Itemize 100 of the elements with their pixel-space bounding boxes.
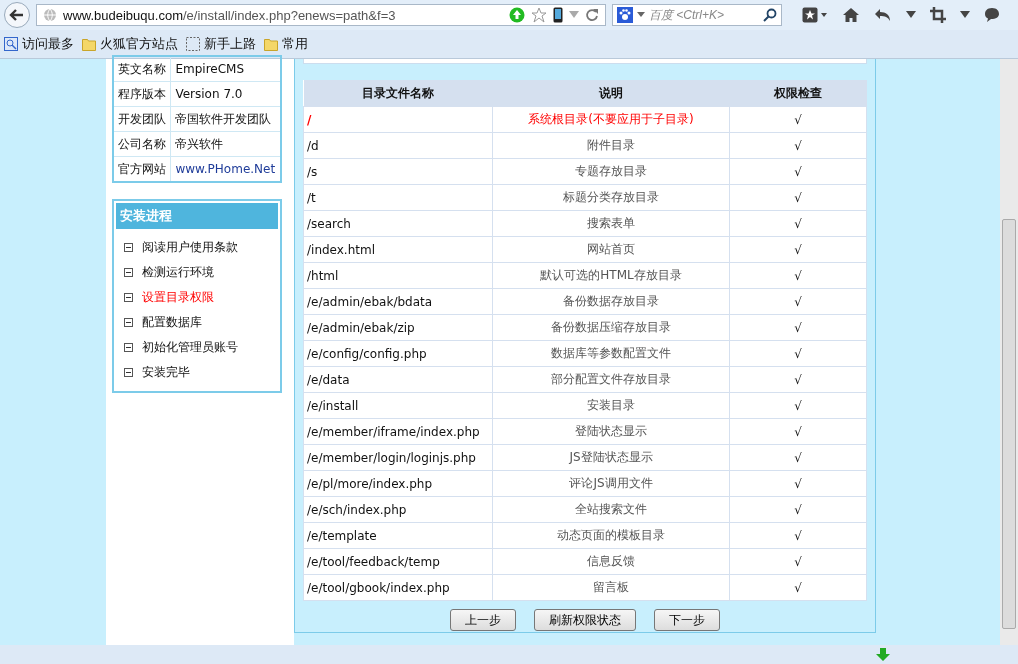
table-cell: 专题存放目录 <box>492 158 730 185</box>
table-cell: 搜索表单 <box>492 210 730 237</box>
table-cell: 留言板 <box>492 574 730 601</box>
paw-icon <box>617 7 633 23</box>
search-field[interactable]: 百度 <Ctrl+K> <box>612 4 782 26</box>
table-cell: /e/member/login/loginjs.php <box>303 444 493 471</box>
table-cell: / <box>303 106 493 133</box>
step-label[interactable]: 安装完毕 <box>142 364 190 381</box>
collapse-icon <box>124 268 133 277</box>
step-button[interactable]: 刷新权限状态 <box>534 609 636 631</box>
column-header: 权限检查 <box>729 80 867 107</box>
table-cell: /e/tool/gbook/index.php <box>303 574 493 601</box>
check-mark: √ <box>729 262 867 289</box>
check-mark: √ <box>729 392 867 419</box>
table-cell: 标题分类存放目录 <box>492 184 730 211</box>
table-cell: 安装目录 <box>492 392 730 419</box>
check-mark: √ <box>729 366 867 393</box>
table-cell: 系统根目录(不要应用于子目录) <box>492 106 730 133</box>
check-mark: √ <box>729 106 867 133</box>
table-cell: /html <box>303 262 493 289</box>
table-cell: 登陆状态显示 <box>492 418 730 445</box>
table-cell: /e/admin/ebak/bdata <box>303 288 493 315</box>
check-mark: √ <box>729 496 867 523</box>
scrollbar[interactable] <box>1000 59 1018 645</box>
search-icon[interactable] <box>763 8 777 22</box>
dashed-square-icon <box>186 37 200 51</box>
step-label[interactable]: 阅读用户使用条款 <box>142 239 238 256</box>
check-mark: √ <box>729 548 867 575</box>
step-label[interactable]: 配置数据库 <box>142 314 202 331</box>
check-mark: √ <box>729 210 867 237</box>
table-cell: 评论JS调用文件 <box>492 470 730 497</box>
check-mark: √ <box>729 470 867 497</box>
table-cell: /s <box>303 158 493 185</box>
table-cell: /d <box>303 132 493 159</box>
globe-icon <box>43 8 57 22</box>
step-label[interactable]: 设置目录权限 <box>142 289 214 306</box>
table-cell: 动态页面的模板目录 <box>492 522 730 549</box>
phone-icon[interactable] <box>553 7 563 23</box>
bookmark-link[interactable]: 常用 <box>264 35 308 53</box>
scroll-thumb[interactable] <box>1002 219 1016 629</box>
step-button[interactable]: 上一步 <box>450 609 516 631</box>
table-cell: 信息反馈 <box>492 548 730 575</box>
table-cell: 网站首页 <box>492 236 730 263</box>
check-mark: √ <box>729 574 867 601</box>
table-cell: 备份数据存放目录 <box>492 288 730 315</box>
check-mark: √ <box>729 288 867 315</box>
table-cell: 备份数据压缩存放目录 <box>492 314 730 341</box>
star-icon[interactable] <box>531 7 547 23</box>
collapse-icon <box>124 318 133 327</box>
bookmark-link[interactable]: 访问最多 <box>4 35 74 53</box>
info-label: 开发团队 <box>113 106 171 132</box>
table-cell: JS登陆状态显示 <box>492 444 730 471</box>
reload-icon[interactable] <box>585 8 599 22</box>
table-cell: /e/template <box>303 522 493 549</box>
info-label: 公司名称 <box>113 131 171 157</box>
check-mark: √ <box>729 522 867 549</box>
table-cell: 全站搜索文件 <box>492 496 730 523</box>
undo-icon[interactable] <box>874 7 892 23</box>
check-mark: √ <box>729 418 867 445</box>
collapse-icon <box>124 368 133 377</box>
info-label: 英文名称 <box>113 56 171 82</box>
table-cell: /index.html <box>303 236 493 263</box>
panel-title: 安装进程 <box>116 203 278 229</box>
dropdown-icon[interactable] <box>906 11 916 19</box>
bookmark-star-icon[interactable] <box>802 7 828 23</box>
check-mark: √ <box>729 236 867 263</box>
step-label[interactable]: 检测运行环境 <box>142 264 214 281</box>
bookmark-link[interactable]: 新手上路 <box>186 35 256 53</box>
check-mark: √ <box>729 132 867 159</box>
table-cell: 数据库等参数配置文件 <box>492 340 730 367</box>
check-mark: √ <box>729 158 867 185</box>
folder-icon <box>82 37 96 51</box>
table-cell: 部分配置文件存放目录 <box>492 366 730 393</box>
dropdown-icon[interactable] <box>960 11 970 19</box>
table-cell: /e/sch/index.php <box>303 496 493 523</box>
dropdown-icon[interactable] <box>637 12 645 18</box>
check-mark: √ <box>729 184 867 211</box>
table-cell: /e/config/config.php <box>303 340 493 367</box>
collapse-icon <box>124 343 133 352</box>
column-header: 目录文件名称 <box>303 80 493 107</box>
step-button[interactable]: 下一步 <box>654 609 720 631</box>
home-icon[interactable] <box>842 7 860 23</box>
check-mark: √ <box>729 340 867 367</box>
chat-icon[interactable] <box>984 7 1000 23</box>
table-cell: /e/tool/feedback/temp <box>303 548 493 575</box>
step-label[interactable]: 初始化管理员账号 <box>142 339 238 356</box>
address-field[interactable]: www.budeibuqu.com/e/install/index.php?enews=path&f=3 <box>36 4 606 26</box>
bookmark-link[interactable]: 火狐官方站点 <box>82 35 178 53</box>
table-cell: /e/data <box>303 366 493 393</box>
magnifier-icon <box>4 37 18 51</box>
table-cell: /e/pl/more/index.php <box>303 470 493 497</box>
table-cell: 默认可选的HTML存放目录 <box>492 262 730 289</box>
table-cell: /e/install <box>303 392 493 419</box>
check-mark: √ <box>729 314 867 341</box>
go-icon[interactable] <box>509 7 525 23</box>
info-label: 程序版本 <box>113 81 171 107</box>
table-cell: 附件目录 <box>492 132 730 159</box>
collapse-icon <box>124 243 133 252</box>
crop-icon[interactable] <box>930 7 946 23</box>
table-cell: /search <box>303 210 493 237</box>
